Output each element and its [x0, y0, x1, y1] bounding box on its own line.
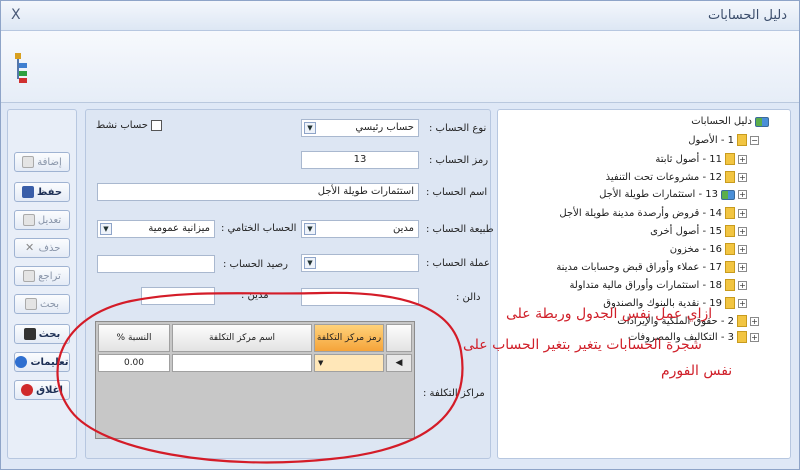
chevron-down-icon: ▼: [100, 223, 112, 235]
expand-icon[interactable]: +: [738, 298, 747, 308]
cost-centers-label: مراكز التكلفة :: [423, 388, 485, 399]
folder-icon: [725, 225, 735, 237]
row-pointer-icon: ◀: [395, 358, 403, 368]
expand-icon[interactable]: +: [738, 262, 747, 272]
tree-node[interactable]: +15 - أصول أخرى: [650, 225, 747, 237]
help-icon: [15, 356, 28, 368]
expand-icon[interactable]: +: [750, 316, 759, 326]
chevron-down-icon: ▼: [304, 257, 316, 269]
window-title: دليل الحسابات: [708, 8, 787, 23]
collapse-icon[interactable]: −: [750, 135, 759, 145]
folder-icon: [737, 331, 747, 343]
folder-icon: [725, 171, 735, 183]
delete-icon: ✕: [24, 241, 35, 254]
add-icon: [22, 156, 35, 168]
debit-input[interactable]: [141, 287, 215, 305]
folder-icon: [725, 153, 735, 165]
add-button[interactable]: إضافة: [14, 152, 70, 172]
annotation-text-2: شجرة الحسابات يتغير بتغير الحساب على: [463, 337, 702, 353]
folder-icon: [737, 315, 747, 327]
undo-button[interactable]: تراجع: [14, 266, 70, 286]
action-toolbar: إضافة حفظ تعديل ✕ حذف تراجع بحث بحث تعليم…: [7, 109, 77, 459]
tree-structure-icon: [15, 53, 29, 83]
account-type-label: نوع الحساب :: [429, 123, 487, 134]
annotation-text-3: نفس الفورم: [661, 363, 733, 379]
edit-icon: [22, 214, 35, 226]
currency-select[interactable]: ▼: [301, 254, 419, 272]
link-label: دالن :: [456, 292, 481, 303]
active-checkbox-label: حساب نشط: [96, 120, 148, 131]
annotation-text-1: ازاي عمل نفس الجدول وربطة على: [506, 306, 713, 322]
folder-icon: [725, 261, 735, 273]
grid-cell-percent[interactable]: 0.00: [98, 354, 170, 372]
undo-icon: [23, 270, 36, 282]
folder-icon: [725, 207, 735, 219]
grid-cell-name[interactable]: [172, 354, 312, 372]
chevron-down-icon: ▼: [304, 122, 316, 134]
tree-node[interactable]: +14 - قروض وأرصدة مدينة طويلة الأجل: [559, 207, 747, 219]
title-bar: دليل الحسابات X: [1, 1, 799, 31]
banner: [1, 31, 799, 103]
binoculars-icon: [23, 328, 36, 340]
account-name-label: اسم الحساب :: [426, 187, 488, 198]
folder-icon: [725, 279, 735, 291]
exit-button[interactable]: إغلاق: [14, 380, 70, 400]
balance-label: رصيد الحساب :: [223, 259, 288, 270]
search-button[interactable]: بحث: [14, 324, 70, 344]
save-button[interactable]: حفظ: [14, 182, 70, 202]
tree-node[interactable]: +18 - استثمارات وأوراق مالية متداولة: [569, 279, 747, 291]
expand-icon[interactable]: +: [738, 190, 747, 199]
final-account-label: الحساب الختامي :: [221, 223, 297, 234]
account-code-label: رمز الحساب :: [429, 155, 489, 166]
close-button[interactable]: X: [11, 7, 21, 23]
expand-icon[interactable]: +: [738, 226, 747, 236]
edit-button[interactable]: تعديل: [14, 210, 70, 230]
row-selector[interactable]: ◀: [386, 354, 412, 372]
grid-header-percent: النسبة %: [98, 324, 170, 352]
exit-icon: [21, 384, 34, 396]
expand-icon[interactable]: +: [738, 280, 747, 290]
search-button-disabled[interactable]: بحث: [14, 294, 70, 314]
tree-node[interactable]: +11 - أصول ثابتة: [655, 153, 747, 165]
expand-icon[interactable]: +: [738, 172, 747, 182]
tree-root[interactable]: دليل الحسابات: [691, 116, 769, 127]
tree-node[interactable]: +16 - مخزون: [670, 243, 747, 255]
folder-icon: [725, 297, 735, 309]
chevron-down-icon[interactable]: ▼: [318, 355, 323, 371]
folder-icon: [725, 243, 735, 255]
tree-node[interactable]: +17 - عملاء وأوراق قبض وحسابات مدينة: [556, 261, 747, 273]
account-name-input[interactable]: استثمارات طويلة الأجل: [97, 183, 419, 201]
delete-button[interactable]: ✕ حذف: [14, 238, 70, 258]
save-icon: [21, 186, 34, 198]
link-input[interactable]: [301, 288, 419, 306]
help-button[interactable]: تعليمات: [14, 352, 70, 372]
grid-header-code: رمز مركز التكلفة: [314, 324, 384, 352]
active-checkbox[interactable]: [151, 120, 162, 131]
grid-cell-code[interactable]: ▼: [314, 354, 384, 372]
cost-centers-grid: النسبة % اسم مركز التكلفة رمز مركز التكل…: [95, 321, 415, 439]
main-window: دليل الحسابات X إضافة حفظ تعديل ✕ حذف ترا…: [0, 0, 800, 470]
selected-account-icon: [721, 189, 735, 200]
balance-input[interactable]: [97, 255, 215, 273]
expand-icon[interactable]: +: [738, 244, 747, 254]
account-code-input[interactable]: 13: [301, 151, 419, 169]
tree-node-selected[interactable]: +13 - استثمارات طويلة الأجل: [599, 189, 747, 200]
search-icon: [24, 298, 37, 310]
expand-icon[interactable]: +: [750, 332, 759, 342]
debit-label: مدين :: [241, 290, 269, 301]
grid-header-name: اسم مركز التكلفة: [172, 324, 312, 352]
chevron-down-icon: ▼: [304, 223, 316, 235]
chart-of-accounts-icon: [755, 116, 769, 127]
grid-corner: [386, 324, 412, 352]
tree-node[interactable]: +12 - مشروعات تحت التنفيذ: [606, 171, 747, 183]
folder-icon: [737, 134, 747, 146]
account-type-select[interactable]: حساب رئيسي ▼: [301, 119, 419, 137]
final-account-select[interactable]: ميزانية عمومية ▼: [97, 220, 215, 238]
account-nature-select[interactable]: مدين ▼: [301, 220, 419, 238]
currency-label: عملة الحساب :: [426, 258, 490, 269]
tree-node-assets[interactable]: − 1 - الأصول: [688, 134, 759, 146]
expand-icon[interactable]: +: [738, 208, 747, 218]
expand-icon[interactable]: +: [738, 154, 747, 164]
account-nature-label: طبيعة الحساب :: [426, 224, 494, 235]
